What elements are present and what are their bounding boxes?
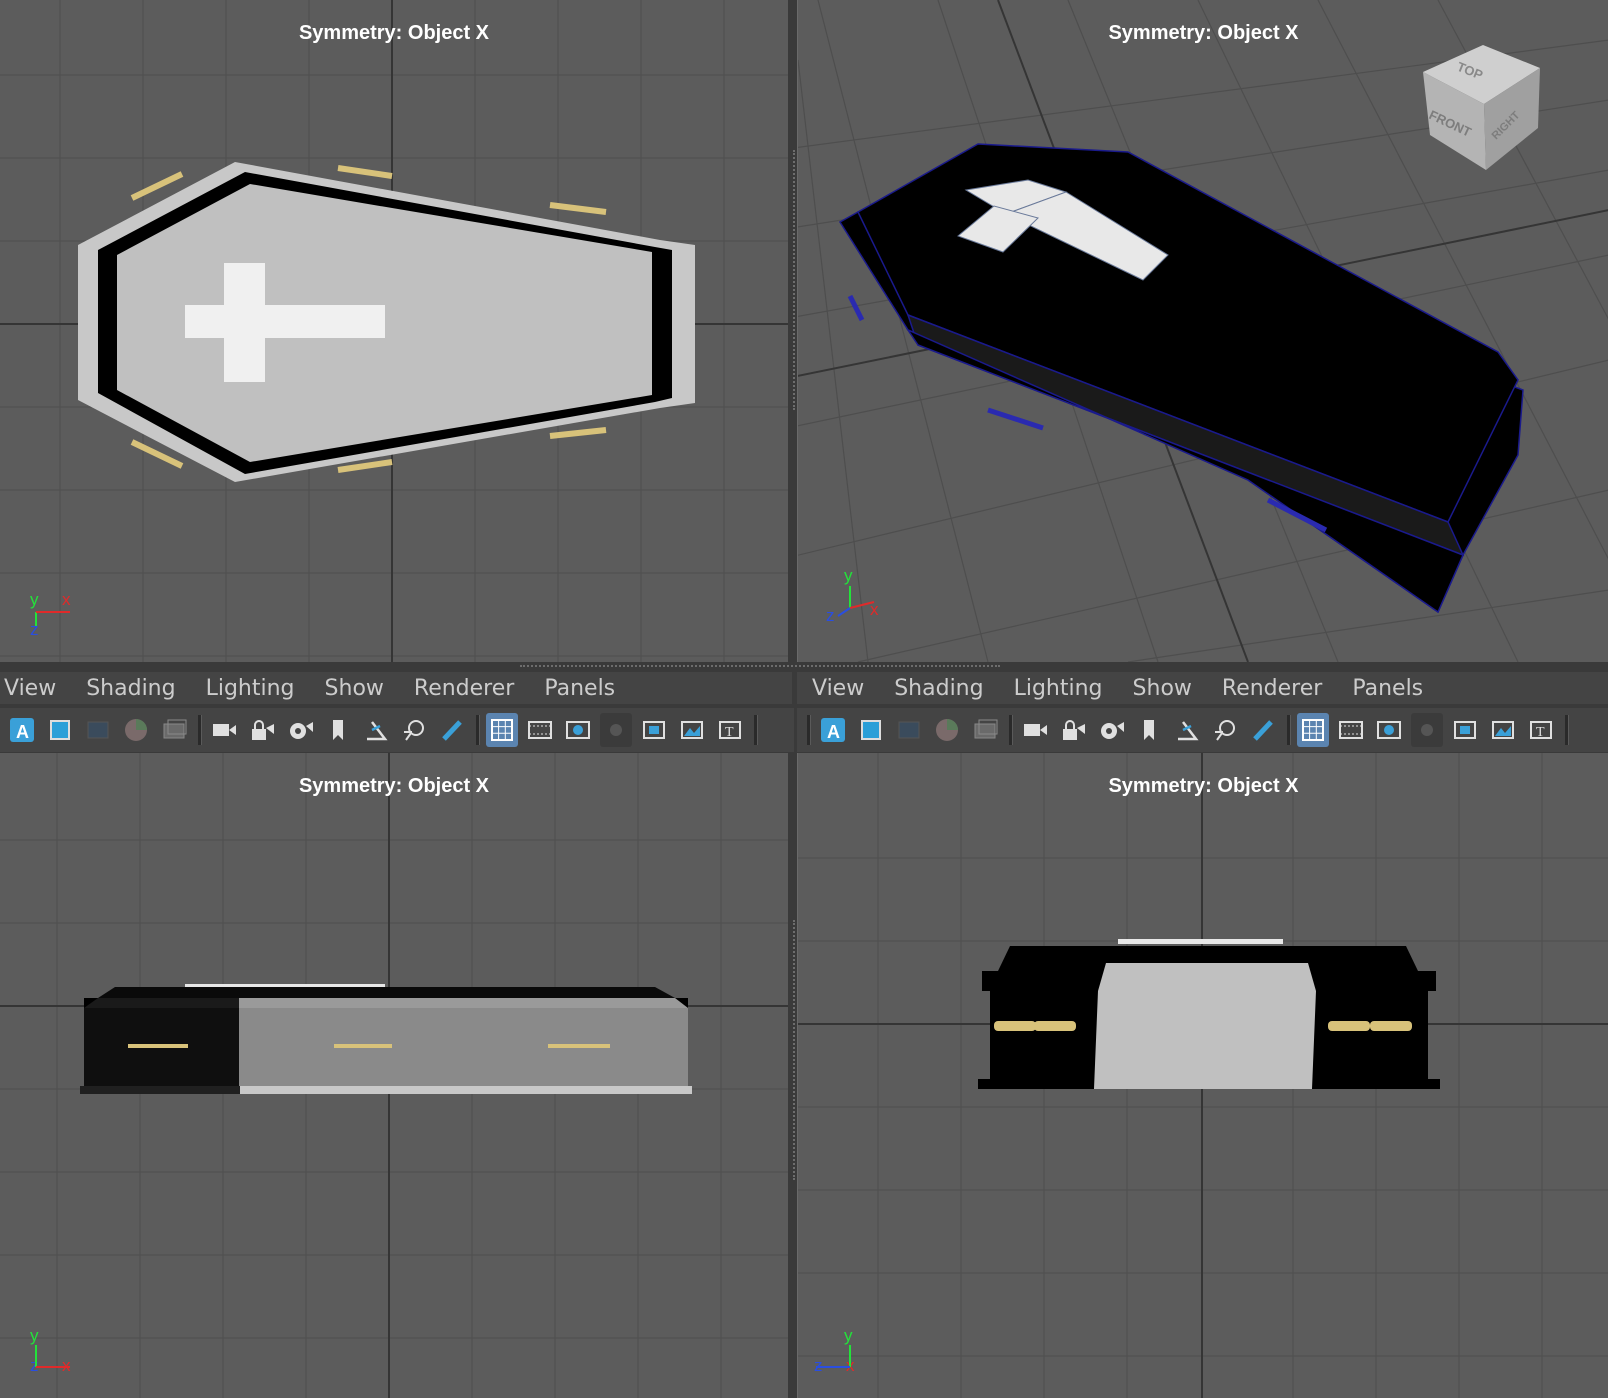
menu-show[interactable]: Show [1133, 676, 1192, 701]
menu-view[interactable]: View [812, 676, 864, 701]
axis-gizmo-icon [35, 1345, 70, 1368]
grid-icon[interactable] [1297, 713, 1329, 747]
symmetry-label: Symmetry: Object X [298, 22, 490, 44]
menu-shading[interactable]: Shading [86, 676, 175, 701]
axis-gizmo-icon [816, 1345, 851, 1368]
symmetry-label: Symmetry: Object X [1108, 22, 1299, 44]
snap-icon[interactable] [1171, 713, 1203, 747]
menubar-left: View Shading Lighting Show Renderer Pane… [0, 672, 792, 704]
image-plane-icon[interactable] [931, 713, 963, 747]
coffin-front [80, 984, 692, 1094]
safe-title-icon[interactable]: T [714, 713, 746, 747]
menu-shading[interactable]: Shading [894, 676, 983, 701]
viewport-front[interactable]: Symmetry: Object X y z x [0, 753, 788, 1398]
persp-view-scene: TOP FRONT RIGHT [798, 0, 1608, 662]
axis-gizmo-icon [837, 586, 875, 617]
top-view-scene [0, 0, 788, 662]
svg-text:T: T [725, 725, 734, 740]
bookmarks-icon[interactable] [82, 713, 114, 747]
camera-attributes-icon[interactable] [855, 713, 887, 747]
snap-icon[interactable] [360, 713, 392, 747]
grid-icon[interactable] [486, 713, 518, 747]
gate-mask-icon[interactable] [600, 713, 632, 747]
menu-show[interactable]: Show [325, 676, 384, 701]
resolution-gate-icon[interactable] [562, 713, 594, 747]
image-plane-icon[interactable] [120, 713, 152, 747]
field-chart-icon[interactable] [1449, 713, 1481, 747]
bookmarks-icon[interactable] [893, 713, 925, 747]
pane-separator-top[interactable] [793, 150, 795, 410]
menu-view[interactable]: View [4, 676, 56, 701]
2d-pan-zoom-icon[interactable] [158, 713, 190, 747]
menu-panels[interactable]: Panels [1352, 676, 1423, 701]
film-gate-icon[interactable] [524, 713, 556, 747]
select-camera-icon[interactable]: A [6, 713, 38, 747]
menu-lighting[interactable]: Lighting [1014, 676, 1103, 701]
menu-lighting[interactable]: Lighting [206, 676, 295, 701]
safe-action-icon[interactable] [676, 713, 708, 747]
zoom-icon[interactable] [1209, 713, 1241, 747]
toolbar-right: A T [797, 708, 1608, 752]
camera-icon[interactable] [1019, 713, 1051, 747]
coffin-side [978, 939, 1440, 1089]
menu-renderer[interactable]: Renderer [1222, 676, 1322, 701]
side-view-scene [798, 753, 1608, 1398]
bookmark-icon[interactable] [1133, 713, 1165, 747]
select-camera-icon[interactable]: A [817, 713, 849, 747]
menu-panels[interactable]: Panels [544, 676, 615, 701]
pencil-icon[interactable] [1247, 713, 1279, 747]
viewport-top[interactable]: Symmetry: Object X y x z [0, 0, 788, 662]
camera-settings-icon[interactable] [284, 713, 316, 747]
axis-gizmo-icon [35, 611, 70, 626]
safe-action-icon[interactable] [1487, 713, 1519, 747]
zoom-icon[interactable] [398, 713, 430, 747]
svg-text:T: T [1536, 725, 1545, 740]
svg-text:A: A [827, 722, 840, 742]
symmetry-label: Symmetry: Object X [298, 775, 490, 797]
lock-camera-icon[interactable] [246, 713, 278, 747]
camera-attributes-icon[interactable] [44, 713, 76, 747]
gate-mask-icon[interactable] [1411, 713, 1443, 747]
viewport-persp[interactable]: TOP FRONT RIGHT Symmetry: Object X y x z [797, 0, 1608, 662]
field-chart-icon[interactable] [638, 713, 670, 747]
viewport-side[interactable]: Symmetry: Object X y z x [797, 753, 1608, 1398]
toolbar-left: A T [0, 708, 794, 752]
coffin-persp [838, 143, 1524, 614]
front-view-scene [0, 753, 788, 1398]
film-gate-icon[interactable] [1335, 713, 1367, 747]
svg-text:A: A [16, 722, 29, 742]
resolution-gate-icon[interactable] [1373, 713, 1405, 747]
menu-renderer[interactable]: Renderer [414, 676, 514, 701]
viewcube-icon[interactable]: TOP FRONT RIGHT [1423, 45, 1540, 170]
pane-separator-bottom[interactable] [793, 920, 795, 1180]
menubar-right: View Shading Lighting Show Renderer Pane… [797, 672, 1608, 704]
bookmark-icon[interactable] [322, 713, 354, 747]
safe-title-icon[interactable]: T [1525, 713, 1557, 747]
camera-icon[interactable] [208, 713, 240, 747]
camera-settings-icon[interactable] [1095, 713, 1127, 747]
lock-camera-icon[interactable] [1057, 713, 1089, 747]
pane-separator[interactable] [520, 665, 1000, 667]
symmetry-label: Symmetry: Object X [1108, 775, 1299, 797]
pencil-icon[interactable] [436, 713, 468, 747]
2d-pan-zoom-icon[interactable] [969, 713, 1001, 747]
